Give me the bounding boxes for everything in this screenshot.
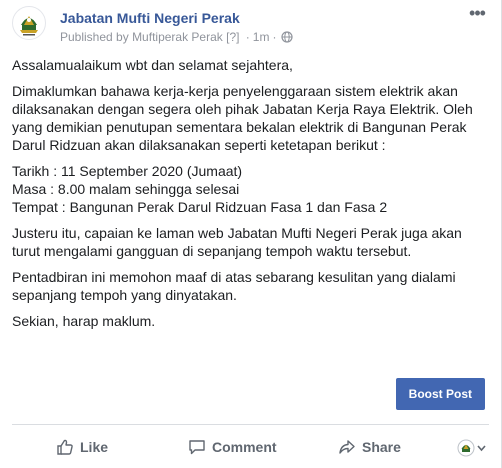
- post-card: Jabatan Mufti Negeri Perak Published by …: [0, 0, 502, 468]
- comment-label: Comment: [212, 439, 277, 455]
- actions-divider: [12, 424, 489, 425]
- globe-icon[interactable]: [281, 31, 294, 43]
- share-button[interactable]: Share: [338, 428, 401, 466]
- ellipsis-icon[interactable]: •••: [467, 4, 487, 22]
- help-link[interactable]: [?]: [226, 30, 239, 44]
- post-paragraph-1: Dimaklumkan bahawa kerja-kerja penyeleng…: [12, 83, 473, 153]
- page-avatar[interactable]: [12, 6, 46, 40]
- post-header: Jabatan Mufti Negeri Perak Published by …: [12, 4, 489, 46]
- page-name-link[interactable]: Jabatan Mufti Negeri Perak: [60, 10, 240, 26]
- share-label: Share: [362, 439, 401, 455]
- post-paragraph-2: Justeru itu, capaian ke laman web Jabata…: [12, 225, 462, 259]
- like-label: Like: [80, 439, 109, 455]
- post-greeting: Assalamualaikum wbt dan selamat sejahter…: [12, 57, 293, 73]
- post-time-line: Masa : 8.00 malam sehingga selesai: [12, 181, 240, 197]
- published-by-text: Published by: [60, 30, 129, 44]
- mufti-perak-crest-icon: [14, 8, 44, 38]
- post-actions-bar: Like Comment Share: [12, 428, 489, 466]
- meta-separator: ·: [245, 30, 250, 44]
- comment-button[interactable]: Comment: [188, 428, 277, 466]
- post-meta: Published by Muftiperak Perak [?] · 1m ·: [60, 30, 294, 44]
- post-place-line: Tempat : Bangunan Perak Darul Ridzuan Fa…: [12, 199, 388, 215]
- post-closing: Sekian, harap maklum.: [12, 313, 156, 329]
- post-paragraph-3: Pentadbiran ini memohon maaf di atas seb…: [12, 269, 456, 303]
- like-button[interactable]: Like: [56, 428, 108, 466]
- share-arrow-icon: [339, 440, 355, 454]
- post-date-line: Tarikh : 11 September 2020 (Jumaat): [12, 163, 243, 179]
- post-message: Assalamualaikum wbt dan selamat sejahter…: [12, 56, 482, 330]
- post-as-selector[interactable]: [457, 438, 487, 458]
- post-timestamp[interactable]: 1m: [253, 30, 270, 44]
- publisher-link[interactable]: Muftiperak Perak: [132, 30, 223, 44]
- meta-separator-2: ·: [272, 30, 277, 44]
- boost-post-button[interactable]: Boost Post: [395, 378, 485, 410]
- thumbs-up-icon: [57, 439, 73, 455]
- comment-bubble-icon: [189, 440, 205, 455]
- page-avatar-dropdown-icon: [457, 439, 486, 457]
